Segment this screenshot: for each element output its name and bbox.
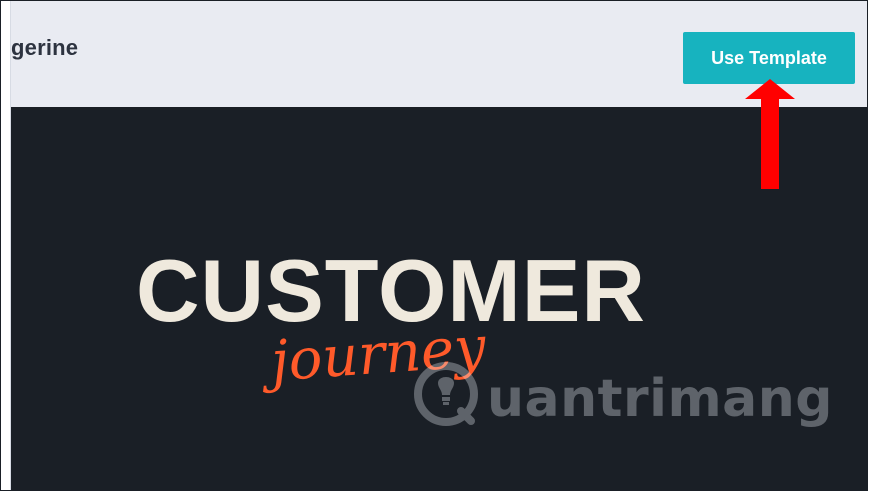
watermark: uantrimang [411,359,832,429]
template-title: gerine [11,35,79,60]
lightbulb-q-icon [414,362,478,426]
watermark-text: uantrimang [487,369,833,429]
app-window: gerine Use Template CUSTOMER journey uan… [0,0,868,491]
template-preview: CUSTOMER journey uantrimang [11,107,867,490]
use-template-button[interactable]: Use Template [683,32,855,84]
arrow-up-icon [745,79,795,189]
left-edge [1,1,11,490]
template-header: gerine Use Template [1,1,867,107]
